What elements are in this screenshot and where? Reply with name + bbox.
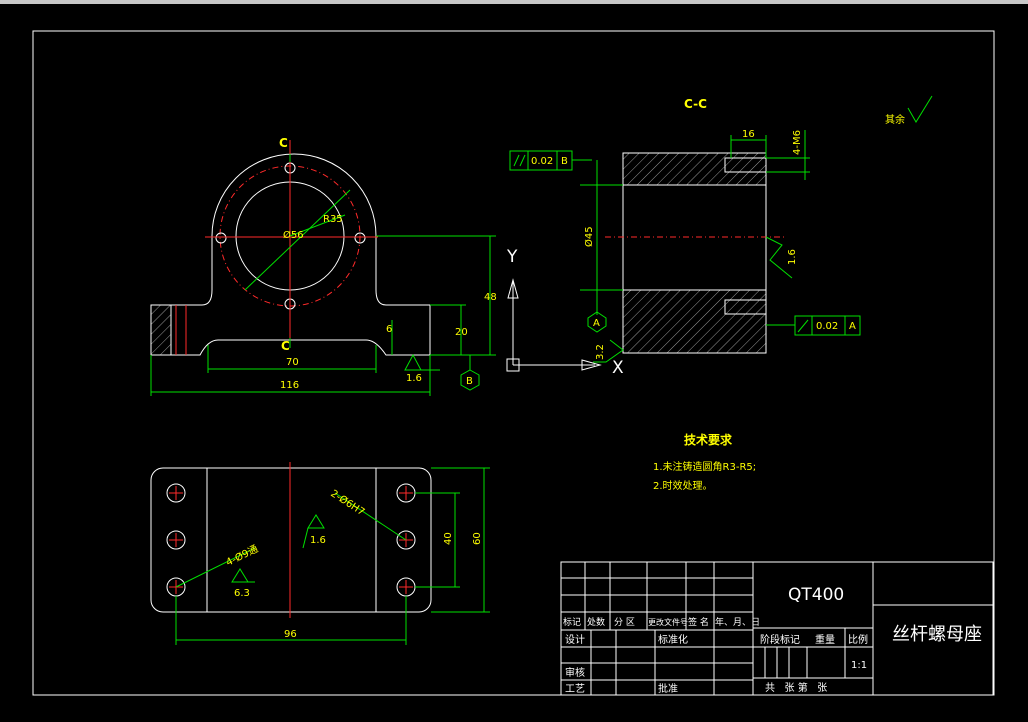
rough-32-value: 3.2 bbox=[595, 344, 606, 360]
rev-header-zone: 分 区 bbox=[614, 617, 635, 628]
rev-header-sign: 签 名 bbox=[688, 616, 709, 628]
part-name: 丝杆螺母座 bbox=[892, 624, 982, 645]
material-text: QT400 bbox=[788, 585, 844, 605]
fcf-parallel-datum: B bbox=[561, 156, 568, 167]
dim-16: 16 bbox=[742, 129, 755, 140]
dim-96: 96 bbox=[284, 629, 297, 640]
dim-d45: Ø45 bbox=[583, 226, 595, 247]
cut-label-top: C bbox=[279, 136, 288, 150]
surface-rest-label: 其余 bbox=[885, 113, 905, 126]
front-hatch-left bbox=[150, 304, 172, 356]
label-scale: 比例 bbox=[848, 633, 868, 646]
dim-d56: Ø56 bbox=[283, 229, 304, 241]
tech-item-2: 2.时效处理。 bbox=[653, 479, 713, 492]
cad-drawing-canvas: C C Ø56 R35 116 70 48 20 6 1.6 B Y X C-C… bbox=[0, 0, 1028, 722]
tech-requirements-title: 技术要求 bbox=[684, 432, 733, 447]
bolt-hole-left bbox=[215, 232, 227, 244]
label-stage-mark: 阶段标记 bbox=[760, 633, 800, 646]
dim-6: 6 bbox=[386, 324, 392, 335]
dim-40: 40 bbox=[443, 532, 454, 545]
rough-symbol-top-63 bbox=[231, 568, 255, 583]
perp-icon bbox=[797, 319, 809, 333]
window-top-strip bbox=[0, 0, 1028, 4]
ucs-icon bbox=[506, 278, 602, 372]
label-sheets: 共 张 第 张 bbox=[765, 681, 827, 694]
ucs-y-label: Y bbox=[506, 247, 518, 267]
label-process: 工艺 bbox=[565, 683, 585, 695]
rev-header-count: 处数 bbox=[587, 616, 605, 628]
dim-48: 48 bbox=[484, 292, 497, 303]
rough-symbol-front bbox=[404, 353, 440, 371]
rough-top-value: 1.6 bbox=[310, 535, 326, 546]
dim-20: 20 bbox=[455, 327, 468, 338]
datum-b-label: B bbox=[466, 376, 473, 387]
rev-header-date: 年、月、日 bbox=[715, 616, 760, 628]
rough-section-value: 1.6 bbox=[787, 249, 798, 265]
top-view bbox=[150, 462, 490, 645]
ucs-x-label: X bbox=[612, 358, 624, 378]
rough-front-value: 1.6 bbox=[406, 373, 422, 384]
front-view bbox=[150, 140, 496, 396]
parallel-icon-1 bbox=[513, 154, 520, 167]
fcf-perp-datum: A bbox=[849, 321, 856, 332]
fcf-parallel-tol: 0.02 bbox=[531, 156, 553, 167]
dim-4m6: 4-M6 bbox=[792, 130, 803, 155]
top-outline bbox=[150, 467, 432, 613]
dim-r35: R35 bbox=[323, 214, 343, 225]
dim-116: 116 bbox=[280, 380, 299, 391]
label-design: 设计 bbox=[565, 633, 585, 646]
label-approve: 批准 bbox=[658, 682, 678, 695]
fcf-perp-tol: 0.02 bbox=[816, 321, 838, 332]
dim-2x6: 2-Ø6H7 bbox=[328, 487, 366, 518]
section-label: C-C bbox=[684, 97, 707, 111]
datum-a-label: A bbox=[593, 318, 600, 329]
section-hatch-bottom bbox=[623, 290, 766, 353]
rough-top-63-value: 6.3 bbox=[234, 588, 250, 599]
parallel-icon-2 bbox=[519, 154, 526, 167]
label-standardize: 标准化 bbox=[658, 633, 688, 646]
label-check: 审核 bbox=[565, 666, 585, 679]
dim-4x9: 4-Ø9通 bbox=[224, 543, 260, 569]
rev-header-mark: 标记 bbox=[563, 616, 581, 628]
drawing-svg: C C Ø56 R35 116 70 48 20 6 1.6 B Y X C-C… bbox=[0, 0, 1028, 696]
cut-label-bottom: C bbox=[281, 339, 290, 353]
rough-rest-symbol bbox=[907, 95, 933, 123]
dim-70: 70 bbox=[286, 357, 299, 368]
tech-item-1: 1.未注铸造圆角R3-R5; bbox=[653, 460, 756, 473]
rev-header-doc: 更改文件号 bbox=[648, 617, 688, 627]
dim-60: 60 bbox=[472, 532, 483, 545]
scale-value: 1:1 bbox=[851, 660, 867, 671]
label-weight: 重量 bbox=[815, 633, 835, 646]
